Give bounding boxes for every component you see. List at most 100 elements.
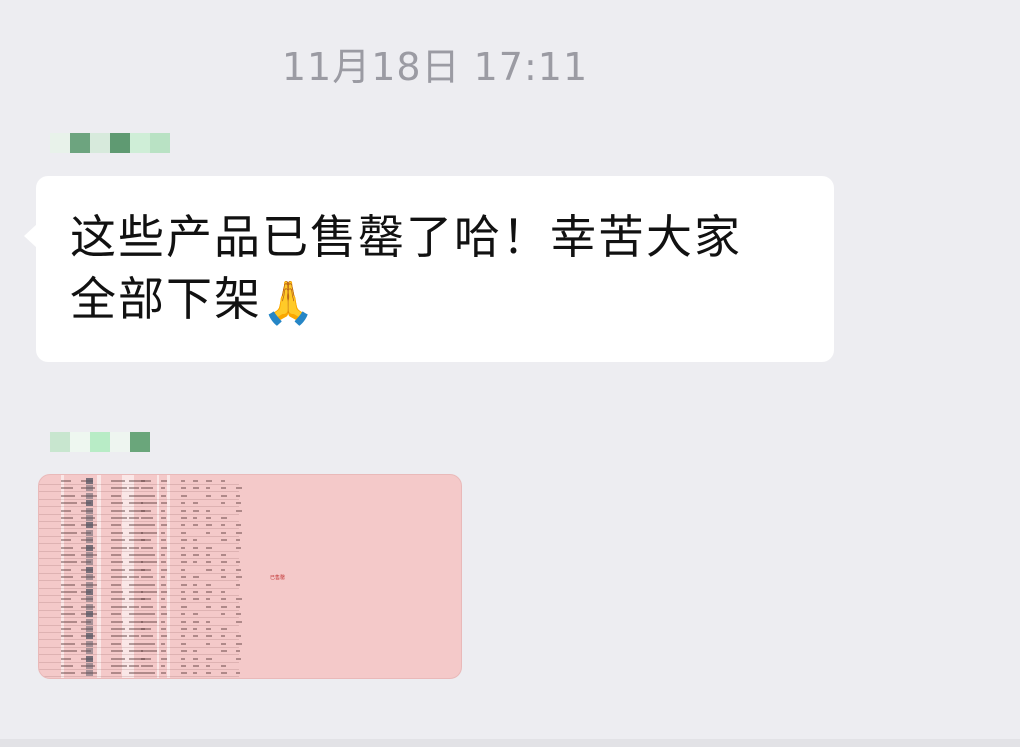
folded-hands-icon: 🙏: [262, 277, 317, 327]
sheet-cell-text: [161, 502, 167, 505]
sheet-product-thumbnail: [86, 515, 93, 521]
sheet-cell-text: [111, 480, 125, 482]
sheet-cell-text: [161, 672, 166, 675]
sheet-cell-text: [111, 620, 123, 623]
sheet-cell-text: [161, 568, 167, 571]
sheet-row-line: [39, 580, 239, 582]
sheet-cell-text: [193, 502, 198, 505]
sheet-product-thumbnail: [86, 544, 93, 551]
sheet-cell-text: [181, 635, 185, 638]
sheet-cell-text: [181, 620, 186, 623]
sheet-cell-text: [193, 598, 199, 601]
sheet-cell-text: [111, 628, 125, 630]
sheet-cell-text: [111, 502, 123, 505]
sheet-cell-text: [181, 657, 185, 660]
sheet-cell-text: [161, 576, 165, 579]
sheet-cell-text: [181, 576, 186, 579]
sheet-cell-text: [206, 657, 212, 660]
sheet-row-line: [39, 632, 239, 633]
sheet-row-line: [39, 506, 239, 508]
sheet-cell-text: [61, 576, 73, 579]
sheet-cell-text: [193, 628, 197, 630]
sheet-product-thumbnail: [86, 537, 93, 544]
message-line-2: 全部下架: [70, 272, 262, 326]
sheet-product-thumbnail: [86, 529, 93, 536]
sheet-cell-text: [193, 650, 197, 653]
sheet-cell-text: [206, 568, 212, 571]
sheet-cell-text: [193, 539, 197, 542]
sheet-cell-text: [193, 509, 199, 512]
sheet-cell-text: [236, 546, 241, 549]
sheet-cell-text: [181, 509, 186, 512]
sheet-row-line: [39, 654, 239, 656]
sheet-cell-text: [61, 561, 77, 564]
sheet-product-thumbnail: [86, 663, 93, 669]
sheet-cell-text: [193, 665, 199, 667]
sheet-cell-text: [181, 517, 187, 519]
sheet-cell-text: [61, 665, 73, 667]
sheet-cell-text: [221, 642, 226, 645]
sheet-product-thumbnail: [86, 589, 93, 595]
sheet-cell-text: [181, 613, 185, 616]
sheet-cell-text: [193, 635, 198, 638]
sheet-cell-text: [181, 554, 186, 556]
sheet-row-line: [39, 609, 239, 611]
sheet-cell-text: [236, 642, 242, 645]
sheet-cell-text: [141, 546, 153, 549]
sheet-cell-text: [221, 576, 226, 579]
image-message[interactable]: 已售罄: [38, 474, 462, 679]
sheet-cell-text: [221, 591, 225, 593]
sheet-cell-text: [61, 605, 73, 608]
message-text: 这些产品已售罄了哈！幸苦大家 全部下架🙏: [70, 206, 806, 334]
sender-avatar-name-blurred-2[interactable]: [50, 432, 150, 464]
bubble-tail: [24, 224, 37, 248]
sheet-product-thumbnail: [86, 581, 93, 588]
sheet-cell-text: [161, 480, 167, 482]
sheet-product-thumbnail: [86, 485, 93, 492]
sheet-cell-text: [129, 554, 141, 556]
sheet-cell-text: [61, 672, 75, 675]
sheet-product-thumbnail: [86, 507, 93, 514]
spreadsheet-screenshot: [39, 475, 242, 678]
sheet-cell-text: [221, 672, 227, 675]
sheet-cell-text: [181, 502, 185, 505]
sheet-cell-text: [181, 628, 187, 630]
sheet-cell-text: [111, 591, 123, 593]
sheet-cell-text: [161, 628, 166, 630]
sheet-row-line: [39, 572, 239, 574]
sheet-cell-text: [161, 546, 167, 549]
sheet-cell-text: [221, 665, 226, 667]
sheet-cell-text: [181, 494, 187, 497]
sheet-cell-text: [141, 605, 153, 608]
sheet-cell-text: [141, 657, 151, 660]
sheet-cell-text: [206, 665, 210, 667]
sheet-cell-text: [161, 524, 167, 527]
sheet-cell-text: [193, 657, 198, 660]
sheet-cell-text: [111, 576, 127, 579]
sheet-cell-text: [141, 635, 153, 638]
sheet-cell-text: [181, 546, 185, 549]
sheet-cell-text: [221, 480, 225, 482]
sheet-cell-text: [161, 605, 166, 608]
sender-avatar-name-blurred[interactable]: [50, 133, 170, 165]
sheet-cell-text: [111, 531, 123, 534]
sheet-cell-text: [236, 620, 242, 623]
sheet-cell-text: [129, 517, 139, 519]
sheet-cell-text: [129, 487, 139, 490]
sheet-product-thumbnail: [86, 603, 93, 610]
sheet-cell-text: [141, 487, 153, 490]
sheet-cell-text: [221, 531, 226, 534]
sheet-cell-text: [236, 672, 240, 675]
sheet-cell-text: [181, 487, 186, 490]
sheet-cell-text: [61, 509, 71, 512]
sheet-cell-text: [111, 605, 127, 608]
sheet-cell-text: [193, 561, 197, 564]
sheet-row-line: [39, 661, 239, 663]
sheet-cell-text: [221, 628, 227, 630]
sheet-cell-text: [193, 672, 197, 675]
message-bubble[interactable]: 这些产品已售罄了哈！幸苦大家 全部下架🙏: [24, 176, 834, 362]
sheet-cell-text: [61, 613, 75, 616]
sheet-cell-text: [206, 494, 211, 497]
sheet-cell-text: [111, 672, 121, 675]
sheet-cell-text: [206, 642, 210, 645]
